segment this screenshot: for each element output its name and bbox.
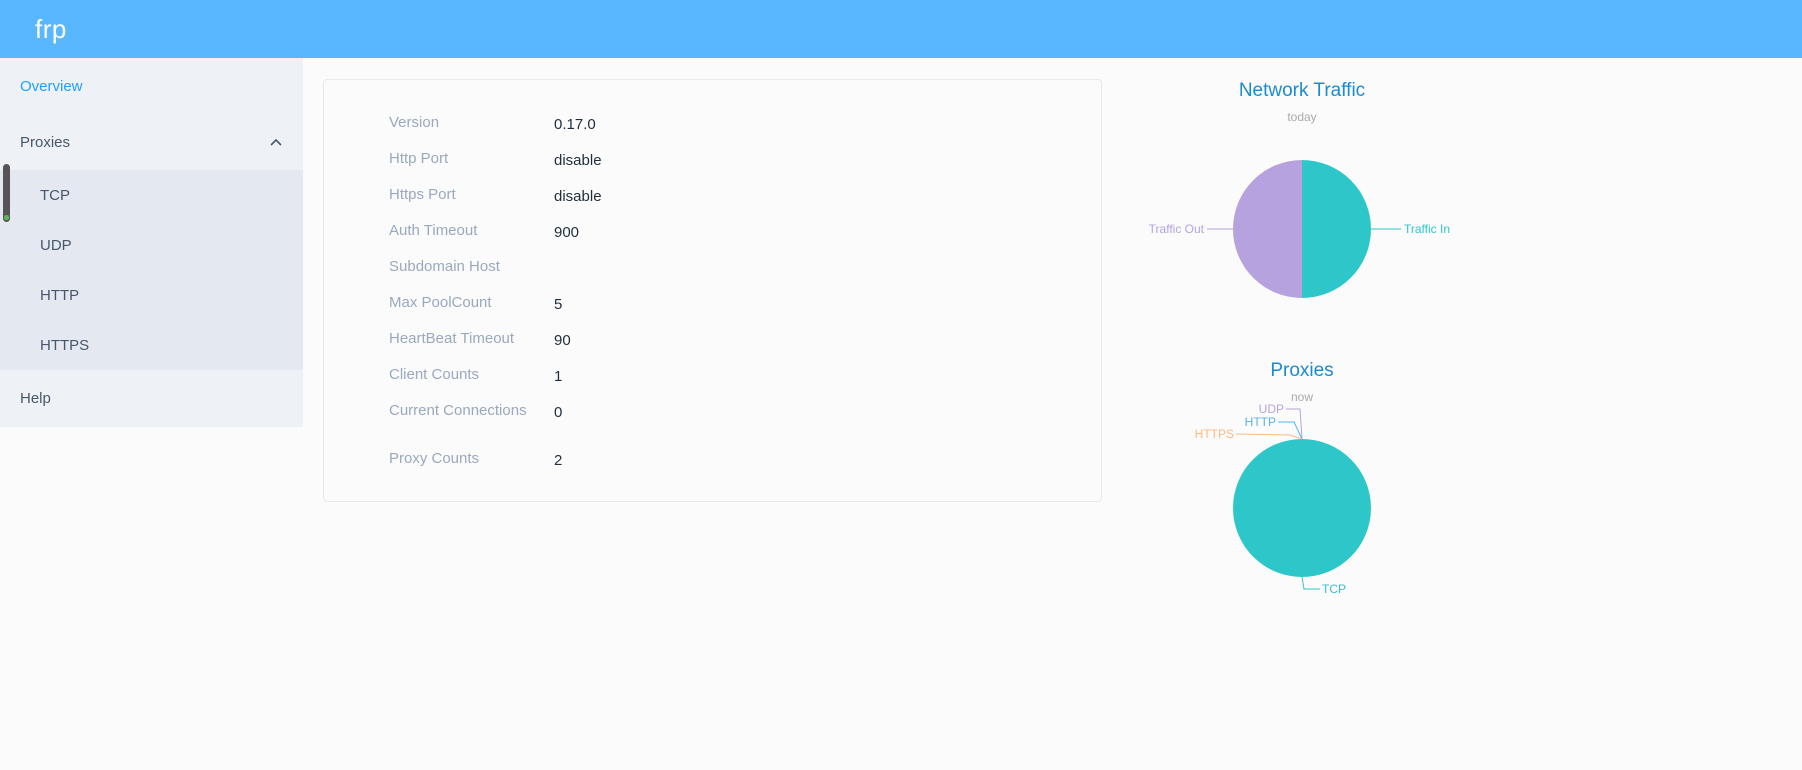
info-row-subdomain-host: Subdomain Host (389, 258, 554, 275)
info-row-https-port: Https Port disable (389, 186, 602, 205)
pie-label-tcp: TCP (1322, 582, 1346, 596)
top-bar: frp (0, 0, 1802, 58)
sidebar-item-overview[interactable]: Overview (0, 58, 303, 114)
chevron-up-icon (269, 135, 283, 149)
info-value: 0 (554, 404, 563, 421)
sidebar-item-udp[interactable]: UDP (0, 220, 303, 270)
sidebar-item-label: Proxies (20, 133, 71, 151)
info-label: Https Port (389, 186, 456, 203)
sidebar: Overview Proxies TCP UDP HTTP HTTPS Help (0, 58, 303, 427)
sidebar-item-label: HTTPS (40, 336, 90, 354)
info-value: 5 (554, 296, 563, 313)
proxies-submenu: TCP UDP HTTP HTTPS (0, 164, 303, 370)
sidebar-item-label: TCP (40, 186, 70, 204)
info-row-proxy-counts: Proxy Counts 2 (389, 450, 563, 469)
sidebar-item-label: UDP (40, 236, 72, 254)
info-label: Max PoolCount (389, 294, 492, 311)
sidebar-item-help[interactable]: Help (0, 370, 303, 426)
pie-slice-traffic-out[interactable] (1233, 160, 1302, 298)
info-row-current-connections: Current Connections 0 (389, 402, 563, 421)
chart-title-network-traffic: Network Traffic (1238, 80, 1366, 101)
sidebar-item-label: Help (20, 389, 51, 407)
sidebar-item-https[interactable]: HTTPS (0, 320, 303, 370)
pie-label-http: HTTP (1245, 415, 1276, 429)
pie-slice-traffic-in[interactable] (1302, 160, 1371, 298)
info-label: Client Counts (389, 366, 480, 383)
chart-title-proxies: Proxies (1270, 360, 1334, 381)
info-row-heartbeat-timeout: HeartBeat Timeout 90 (389, 330, 571, 349)
info-value: 2 (554, 452, 563, 469)
label-line-http (1278, 421, 1303, 440)
info-value: 900 (554, 224, 580, 241)
info-label: Auth Timeout (389, 222, 478, 239)
info-row-max-poolcount: Max PoolCount 5 (389, 294, 563, 313)
info-value: 0.17.0 (554, 116, 596, 133)
brand-logo[interactable]: frp (35, 14, 67, 45)
sidebar-item-http[interactable]: HTTP (0, 270, 303, 320)
info-label: Version (389, 114, 440, 131)
info-label: HeartBeat Timeout (389, 330, 515, 347)
scrollbar-thumb[interactable] (3, 164, 10, 222)
pie-label-traffic-in: Traffic In (1404, 222, 1450, 236)
sidebar-item-label: Overview (20, 77, 83, 95)
info-row-auth-timeout: Auth Timeout 900 (389, 222, 580, 241)
sidebar-item-tcp[interactable]: TCP (0, 170, 303, 220)
info-label: Current Connections (389, 402, 527, 419)
info-label: Proxy Counts (389, 450, 480, 467)
sidebar-item-label: HTTP (40, 286, 80, 304)
server-info-card: Version 0.17.0 Http Port disable Https P… (323, 79, 1102, 502)
label-line-https (1235, 433, 1303, 440)
pie-label-https: HTTPS (1195, 427, 1234, 441)
proxies-pie-chart: TCP UDPHTTP HTTPS (1195, 402, 1371, 596)
info-row-http-port: Http Port disable (389, 150, 602, 169)
info-row-client-counts: Client Counts 1 (389, 366, 563, 385)
pie-slice-tcp[interactable] (1233, 439, 1371, 577)
info-label: Subdomain Host (389, 258, 500, 275)
info-row-version: Version 0.17.0 (389, 114, 596, 133)
pie-label-traffic-out: Traffic Out (1149, 222, 1205, 236)
network-traffic-pie-chart: Traffic In Traffic Out (1149, 160, 1450, 298)
info-value: 90 (554, 332, 571, 349)
label-line-tcp (1301, 576, 1320, 590)
info-value: 1 (554, 368, 563, 385)
chart-subtitle-network-traffic: today (1287, 110, 1317, 124)
sidebar-submenu-proxies[interactable]: Proxies (0, 114, 303, 170)
pie-label-udp: UDP (1259, 402, 1284, 416)
info-value: disable (554, 152, 602, 169)
info-label: Http Port (389, 150, 449, 167)
info-value: disable (554, 188, 602, 205)
